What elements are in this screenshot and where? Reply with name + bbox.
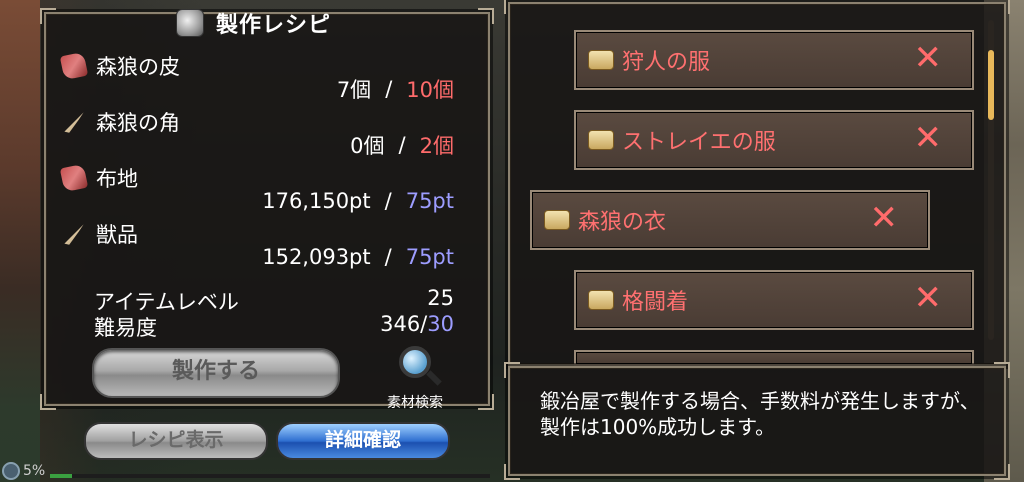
material-row: 森狼の角 bbox=[62, 106, 180, 138]
material-quantity: 176,150pt / 75pt bbox=[262, 186, 454, 216]
battery-icon bbox=[2, 462, 20, 480]
difficulty-max: 30 bbox=[427, 312, 454, 336]
material-search-button[interactable]: 素材検索 bbox=[372, 344, 458, 411]
difficulty-label: 難易度 bbox=[94, 316, 157, 340]
hide-icon bbox=[59, 163, 89, 193]
panel-corner-ornament bbox=[478, 8, 494, 24]
detail-confirm-button[interactable]: 詳細確認 bbox=[276, 422, 450, 460]
difficulty-row: 難易度 346/30 bbox=[94, 312, 454, 342]
make-button[interactable]: 製作する bbox=[92, 348, 340, 398]
material-name: 森狼の角 bbox=[96, 111, 180, 135]
horn-icon bbox=[64, 224, 84, 245]
recipe-scroll-icon bbox=[588, 130, 614, 150]
panel-corner-ornament bbox=[994, 362, 1010, 378]
panel-title: 製作レシピ bbox=[176, 6, 406, 40]
close-icon[interactable]: ✕ bbox=[870, 200, 899, 236]
search-label: 素材検索 bbox=[387, 395, 443, 411]
panel-corner-ornament bbox=[40, 394, 56, 410]
have-count: 176,150pt bbox=[262, 189, 371, 213]
recipe-name: 森狼の衣 bbox=[578, 210, 667, 235]
recipe-name: 狩人の服 bbox=[622, 50, 711, 75]
battery-indicator: 5% bbox=[2, 462, 45, 480]
panel-corner-ornament bbox=[504, 362, 520, 378]
recipe-name: ストレイエの服 bbox=[622, 130, 776, 155]
recipe-list-item-partial[interactable] bbox=[574, 350, 974, 366]
difficulty-value-group: 346/30 bbox=[380, 312, 454, 342]
separator: / bbox=[384, 189, 392, 213]
material-quantity: 7個 / 10個 bbox=[337, 74, 454, 104]
panel-corner-ornament bbox=[504, 0, 520, 14]
material-quantity: 0個 / 2個 bbox=[350, 130, 454, 160]
difficulty-value: 346/ bbox=[380, 312, 428, 336]
have-count: 7個 bbox=[336, 78, 372, 102]
recipe-list-item-selected[interactable]: 森狼の衣 ✕ bbox=[530, 190, 930, 250]
recipe-name: 格闘着 bbox=[622, 290, 689, 315]
have-count: 152,093pt bbox=[262, 245, 371, 269]
separator: / bbox=[385, 77, 393, 101]
material-name: 森狼の皮 bbox=[96, 55, 180, 79]
anvil-icon bbox=[176, 9, 204, 37]
recipe-list-scrollbar[interactable] bbox=[988, 20, 994, 340]
panel-corner-ornament bbox=[478, 394, 494, 410]
battery-percent: 5% bbox=[23, 463, 46, 479]
material-quantity: 152,093pt / 75pt bbox=[262, 242, 454, 272]
separator: / bbox=[384, 245, 392, 269]
panel-corner-ornament bbox=[40, 8, 56, 24]
battery-bar bbox=[50, 474, 490, 478]
recipe-scroll-icon bbox=[588, 50, 614, 70]
material-row: 布地 bbox=[59, 162, 138, 194]
recipe-display-button[interactable]: レシピ表示 bbox=[84, 422, 268, 460]
scrollbar-thumb[interactable] bbox=[988, 50, 994, 120]
material-row: 森狼の皮 bbox=[59, 50, 180, 82]
recipe-list-item[interactable]: 狩人の服 ✕ bbox=[574, 30, 974, 90]
have-count: 0個 bbox=[350, 134, 385, 158]
need-count: 75pt bbox=[405, 189, 454, 213]
background-wall-left bbox=[0, 0, 40, 482]
recipe-detail-panel: 製作レシピ 森狼の皮 7個 / 10個 森狼の角 0個 / 2個 布地 176,… bbox=[40, 8, 494, 411]
material-name: 布地 bbox=[96, 167, 138, 191]
material-row: 獣品 bbox=[62, 218, 138, 250]
message-panel: 鍛冶屋で製作する場合、手数料が発生しますが、製作は100%成功します。 bbox=[504, 362, 1010, 480]
need-count: 10個 bbox=[406, 78, 454, 102]
hide-icon bbox=[59, 51, 89, 81]
recipe-scroll-icon bbox=[588, 290, 614, 310]
panel-corner-ornament bbox=[994, 464, 1010, 480]
need-count: 75pt bbox=[405, 245, 454, 269]
panel-corner-ornament bbox=[504, 464, 520, 480]
recipe-list-item[interactable]: 格闘着 ✕ bbox=[574, 270, 974, 330]
panel-corner-ornament bbox=[994, 0, 1010, 14]
close-icon[interactable]: ✕ bbox=[914, 120, 943, 156]
magnifier-icon bbox=[399, 346, 431, 378]
need-count: 2個 bbox=[419, 134, 454, 158]
battery-bar-fill bbox=[50, 474, 72, 478]
recipe-scroll-icon bbox=[544, 210, 570, 230]
close-icon[interactable]: ✕ bbox=[914, 280, 943, 316]
horn-icon bbox=[64, 112, 84, 133]
separator: / bbox=[398, 133, 406, 157]
close-icon[interactable]: ✕ bbox=[914, 40, 943, 76]
recipe-list-item[interactable]: ストレイエの服 ✕ bbox=[574, 110, 974, 170]
title-text: 製作レシピ bbox=[216, 13, 332, 38]
material-name: 獣品 bbox=[96, 223, 138, 247]
message-text: 鍛冶屋で製作する場合、手数料が発生しますが、製作は100%成功します。 bbox=[540, 389, 980, 439]
